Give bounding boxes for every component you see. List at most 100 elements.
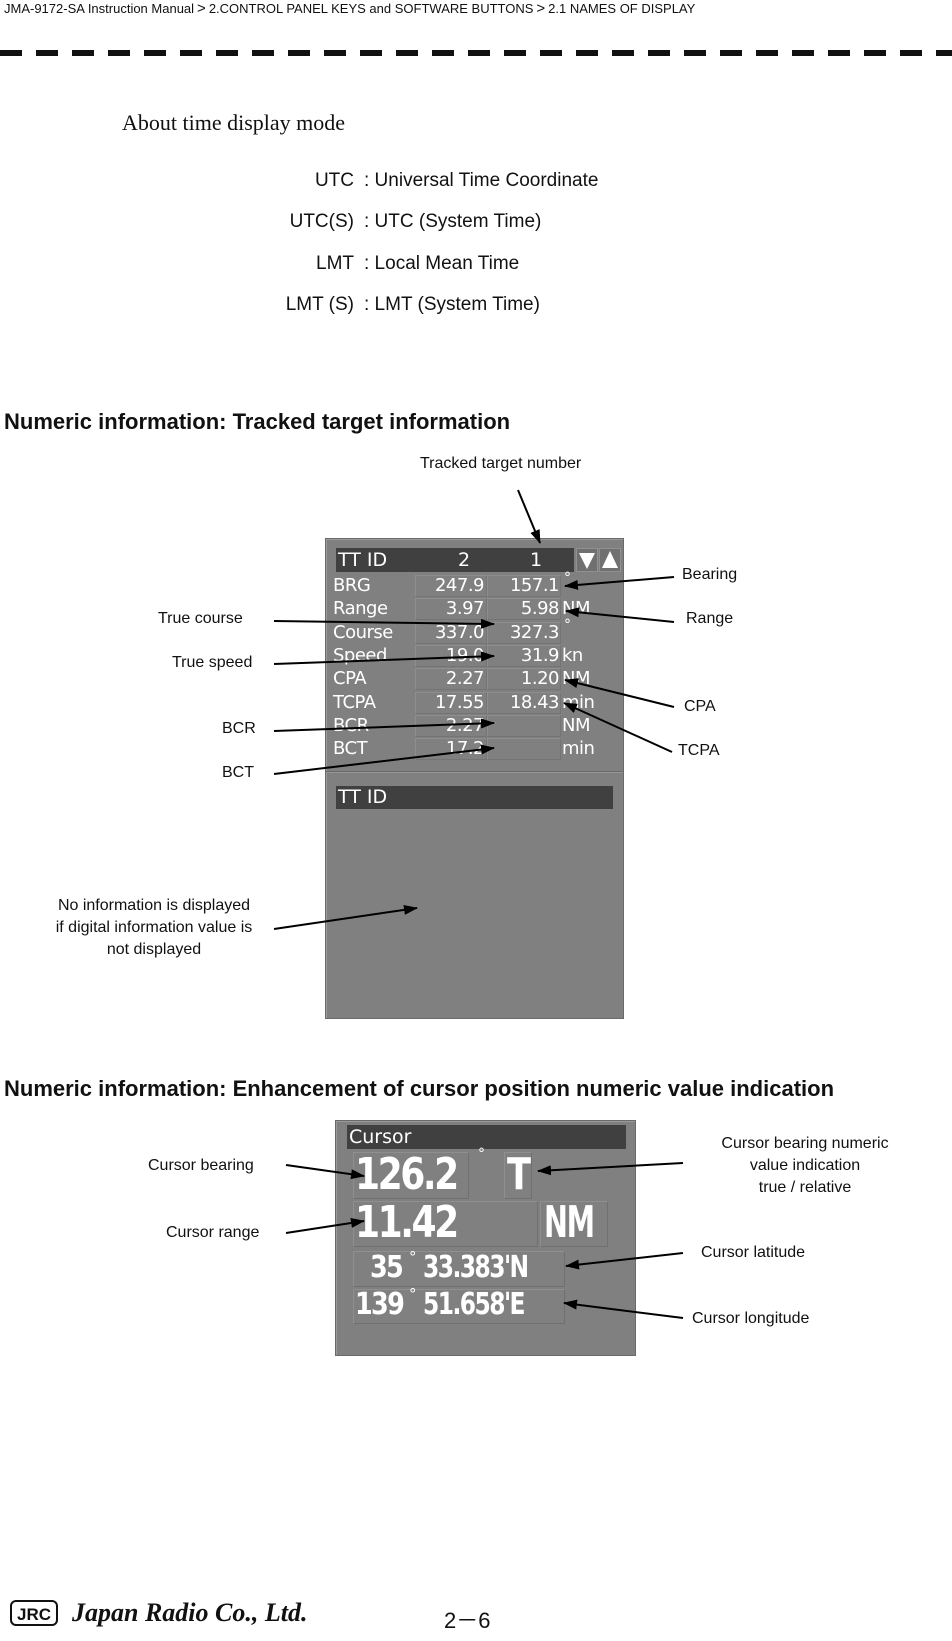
header-divider xyxy=(0,50,952,56)
tt-cell-target-1: 327.3 xyxy=(487,622,561,644)
tt-cell-value: 2.27 xyxy=(445,668,485,689)
tt-cell-target-2: 19.0 xyxy=(415,645,487,667)
tt-row-tcpa: TCPA 17.55 18.43 min xyxy=(326,692,623,714)
callout-bearing-mode: Cursor bearing numeric value indication … xyxy=(700,1133,910,1199)
time-mode-heading: About time display mode xyxy=(122,110,346,135)
callout-bcr: BCR xyxy=(222,720,256,737)
tt-cell-target-2: 337.0 xyxy=(415,622,487,644)
longitude-min: 51.658'E xyxy=(423,1287,526,1322)
tt-cell-value: 3.97 xyxy=(445,598,485,619)
tt-cell-value: 19.0 xyxy=(445,645,485,666)
tt-row-label: BRG xyxy=(333,575,371,596)
bearing-mode-toggle[interactable]: T xyxy=(504,1149,532,1200)
tt-row-label: CPA xyxy=(333,668,367,689)
callout-no-info-line: No information is displayed xyxy=(57,897,251,914)
tt-id-title: TT ID xyxy=(338,549,388,571)
tt-row-unit: min xyxy=(562,692,595,713)
tt-cell-value: 327.3 xyxy=(509,622,560,643)
degree-icon: ° xyxy=(409,1248,417,1266)
panel-divider xyxy=(326,772,623,773)
jrc-logo: JRC xyxy=(10,1600,58,1626)
tt-cell-value: 1.20 xyxy=(520,668,560,689)
tt-id-1[interactable]: 1 xyxy=(530,548,542,572)
breadcrumb-item[interactable]: 2.1 NAMES OF DISPLAY xyxy=(548,1,695,16)
tt-cell-target-2: 17.55 xyxy=(415,692,487,714)
time-mode-row: LMT (S) : LMT (System Time) xyxy=(232,294,832,318)
callout-true-speed: True speed xyxy=(172,654,253,671)
tt-row-bcr: BCR 2.27 NM xyxy=(326,715,623,737)
tt-row-brg: BRG 247.9 157.1 ° xyxy=(326,570,623,597)
time-mode-row: UTC(S) : UTC (System Time) xyxy=(232,211,832,235)
tt-cell-value: 17.55 xyxy=(434,692,485,713)
tt-cell-value: 31.9 xyxy=(520,645,560,666)
cursor-range-value: 11.42 xyxy=(353,1197,538,1248)
callout-bearing-mode-line: true / relative xyxy=(758,1179,852,1196)
time-mode-desc: : Local Mean Time xyxy=(364,253,520,274)
tt-row-label: TCPA xyxy=(333,692,376,713)
arrow-tracked-target-number xyxy=(517,489,541,544)
callout-cursor-range: Cursor range xyxy=(166,1224,260,1241)
tt-cell-target-1: 1.20 xyxy=(487,668,561,690)
degree-icon: ° xyxy=(564,570,571,586)
breadcrumb-separator: > xyxy=(197,0,206,17)
cursor-bearing-text: 126.2 xyxy=(355,1149,459,1200)
callout-no-info-line: not displayed xyxy=(106,941,202,958)
tt-cell-value: 337.0 xyxy=(434,622,485,643)
tt-cell-target-1: 157.1 xyxy=(487,575,561,597)
tt-row-label: Course xyxy=(333,622,393,643)
page-number: 2－6 xyxy=(444,1608,491,1633)
tt-cell-target-2: 2.27 xyxy=(415,715,487,737)
tt-cell-target-1: 5.98 xyxy=(487,598,561,620)
tt-cell-value: 18.43 xyxy=(509,692,560,713)
triangle-down-icon xyxy=(579,553,595,569)
tt-cell-value: 2.27 xyxy=(445,715,485,736)
cursor-latitude-value: 35 ° 33.383'N xyxy=(353,1248,565,1287)
tt-cell-target-1: 31.9 xyxy=(487,645,561,667)
tt-row-cpa: CPA 2.27 1.20 NM xyxy=(326,668,623,690)
time-mode-key: LMT (S) xyxy=(285,294,354,315)
tt-row-speed: Speed 19.0 31.9 kn xyxy=(326,645,623,667)
tt-cell-value: 247.9 xyxy=(434,575,485,596)
time-mode-row: LMT : Local Mean Time xyxy=(232,253,832,277)
scroll-down-button[interactable] xyxy=(576,548,598,572)
scroll-up-button[interactable] xyxy=(599,548,621,572)
tt-row-course: Course 337.0 327.3 ° xyxy=(326,617,623,644)
callout-true-course: True course xyxy=(158,610,243,627)
callout-no-info-line: if digital information value is xyxy=(55,919,253,936)
tt-cell-target-2: 2.27 xyxy=(415,668,487,690)
section-heading-cursor: Numeric information: Enhancement of curs… xyxy=(4,1076,835,1101)
cursor-header: Cursor xyxy=(347,1125,626,1149)
cursor-info-panel: Cursor 126.2 ° T 11.42 NM 35 ° 33.383'N … xyxy=(335,1120,636,1356)
range-unit-toggle[interactable]: NM xyxy=(540,1197,608,1248)
callout-bearing-mode-line: value indication xyxy=(749,1157,861,1174)
bearing-mode-text: T xyxy=(507,1149,532,1200)
tt-row-label: BCT xyxy=(333,738,368,759)
tt-row-unit: min xyxy=(562,738,595,759)
company-logo: Japan Radio Co., Ltd. xyxy=(72,1598,308,1627)
range-unit-text: NM xyxy=(544,1197,595,1248)
breadcrumb-item[interactable]: 2.CONTROL PANEL KEYS and SOFTWARE BUTTON… xyxy=(209,1,534,16)
callout-bct: BCT xyxy=(222,764,254,781)
tt-info-panel: TT ID 2 1 BRG 247.9 157.1 ° Range 3.97 5.98 NM C… xyxy=(325,538,624,1019)
tt-cell-value: 5.98 xyxy=(520,598,560,619)
cursor-title: Cursor xyxy=(349,1126,412,1148)
tt-id-header-2: TT ID xyxy=(336,786,613,809)
time-mode-key: LMT xyxy=(316,253,354,274)
callout-cursor-latitude: Cursor latitude xyxy=(701,1244,806,1261)
tt-cell-value: 17.2 xyxy=(445,738,485,759)
tt-cell-value: 157.1 xyxy=(509,575,560,596)
callout-tcpa: TCPA xyxy=(678,742,720,759)
cursor-longitude-value: 139 ° 51.658'E xyxy=(353,1285,565,1324)
tt-id-2[interactable]: 2 xyxy=(458,548,470,572)
tt-row-bct: BCT 17.2 min xyxy=(326,738,623,760)
callout-no-info: No information is displayed if digital i… xyxy=(36,895,272,961)
time-mode-key: UTC(S) xyxy=(289,211,354,232)
cursor-range-text: 11.42 xyxy=(355,1197,459,1248)
time-mode-row: UTC : Universal Time Coordinate xyxy=(232,170,832,194)
tt-row-range: Range 3.97 5.98 NM xyxy=(326,598,623,620)
tt-id-header: TT ID 2 1 xyxy=(336,548,574,572)
breadcrumb-item[interactable]: JMA-9172-SA Instruction Manual xyxy=(4,1,194,16)
tt-id-title: TT ID xyxy=(338,786,388,808)
triangle-up-icon xyxy=(602,551,618,568)
tt-cell-target-1 xyxy=(487,715,561,737)
